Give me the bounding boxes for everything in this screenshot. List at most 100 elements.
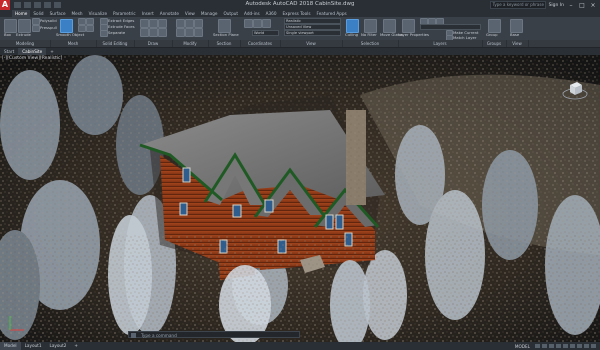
grid-icon[interactable] <box>535 344 540 348</box>
tab-a360[interactable]: A360 <box>263 10 280 17</box>
tab-parametric[interactable]: Parametric <box>110 10 139 17</box>
osnap-icon[interactable] <box>563 344 568 348</box>
move-gizmo-button[interactable] <box>383 19 396 33</box>
circle-icon[interactable] <box>158 19 167 28</box>
arc-icon[interactable] <box>140 28 149 37</box>
layout-tab-layout1[interactable]: Layout1 <box>21 342 46 350</box>
undo-icon[interactable] <box>44 2 51 8</box>
customization-icon[interactable] <box>591 344 596 348</box>
erase-icon[interactable] <box>194 28 203 37</box>
workspace-gear-icon[interactable] <box>584 344 589 348</box>
polyline-icon[interactable] <box>149 19 158 28</box>
panel-section[interactable]: Section <box>208 40 241 47</box>
panel-modeling[interactable]: Modeling <box>0 40 51 47</box>
redo-icon[interactable] <box>54 2 61 8</box>
snap-icon[interactable] <box>542 344 547 348</box>
mesh-tool-3-icon[interactable] <box>78 25 86 32</box>
extrude-faces-button[interactable]: Extrude Faces <box>108 24 135 29</box>
section-plane-button[interactable] <box>218 19 231 33</box>
tab-insert[interactable]: Insert <box>139 10 157 17</box>
open-icon[interactable] <box>24 2 31 8</box>
panel-view-2[interactable]: View <box>506 40 529 47</box>
close-icon[interactable]: × <box>589 2 597 9</box>
tab-add-ins[interactable]: Add-ins <box>241 10 263 17</box>
layout-tab-layout2[interactable]: Layout2 <box>45 342 70 350</box>
layout-tab-model[interactable]: Model <box>0 342 21 350</box>
ucs-3point-icon[interactable] <box>262 19 271 28</box>
tab-surface[interactable]: Surface <box>47 10 69 17</box>
ucs-origin-icon[interactable] <box>253 19 262 28</box>
rotate-icon[interactable] <box>185 19 194 28</box>
ucs-icon[interactable] <box>244 19 253 28</box>
culling-button[interactable] <box>346 19 359 33</box>
ucs-dropdown[interactable]: World <box>252 30 279 36</box>
sign-in-link[interactable]: Sign In <box>549 3 564 8</box>
group-button[interactable] <box>488 19 501 33</box>
polysolid-icon[interactable] <box>32 18 40 25</box>
panel-coordinates[interactable]: Coordinates <box>240 40 281 47</box>
save-icon[interactable] <box>34 2 41 8</box>
presspull-button[interactable]: Presspull <box>40 25 57 30</box>
tab-home[interactable]: Home <box>12 10 31 17</box>
viewcube-icon[interactable] <box>562 77 588 103</box>
move-icon[interactable] <box>176 19 185 28</box>
base-button[interactable] <box>510 19 523 33</box>
tab-annotate[interactable]: Annotate <box>157 10 182 17</box>
panel-view[interactable]: View <box>280 40 343 47</box>
presspull-icon[interactable] <box>32 25 40 32</box>
mesh-tool-1-icon[interactable] <box>78 18 86 25</box>
line-icon[interactable] <box>140 19 149 28</box>
search-input[interactable]: Type a keyword or phrase <box>489 1 546 9</box>
minimize-icon[interactable]: – <box>567 2 575 9</box>
mesh-tool-4-icon[interactable] <box>86 25 94 32</box>
polysolid-button[interactable]: Polysolid <box>40 18 57 23</box>
trim-icon[interactable] <box>185 28 194 37</box>
panel-solid-editing[interactable]: Solid Editing <box>96 40 135 47</box>
tab-output[interactable]: Output <box>220 10 241 17</box>
tab-express-tools[interactable]: Express Tools <box>280 10 314 17</box>
file-tab-start[interactable]: Start <box>0 48 18 55</box>
polar-icon[interactable] <box>556 344 561 348</box>
tab-mesh[interactable]: Mesh <box>69 10 86 17</box>
panel-mesh[interactable]: Mesh <box>50 40 97 47</box>
tab-solid[interactable]: Solid <box>30 10 46 17</box>
command-line[interactable]: Type a command <box>128 331 300 338</box>
model-space-toggle[interactable]: MODEL <box>515 344 530 349</box>
panel-modify[interactable]: Modify <box>172 40 209 47</box>
mesh-tool-2-icon[interactable] <box>86 18 94 25</box>
tab-visualize[interactable]: Visualize <box>86 10 110 17</box>
tab-manage[interactable]: Manage <box>198 10 221 17</box>
viewport-controls-label[interactable]: [-][Custom View][Realistic] <box>2 56 62 61</box>
add-layout-icon[interactable]: + <box>70 342 82 350</box>
annotation-scale-icon[interactable] <box>577 344 582 348</box>
lineweight-icon[interactable] <box>570 344 575 348</box>
command-input[interactable]: Type a command <box>141 333 177 338</box>
extract-edges-button[interactable]: Extract Edges <box>108 18 134 23</box>
panel-draw[interactable]: Draw <box>134 40 173 47</box>
copy-icon[interactable] <box>194 19 203 28</box>
new-tab-icon[interactable]: + <box>46 48 58 55</box>
mirror-icon[interactable] <box>176 28 185 37</box>
layer-properties-button[interactable] <box>402 19 415 33</box>
separate-icon[interactable] <box>100 30 108 37</box>
panel-layers[interactable]: Layers <box>398 40 483 47</box>
hatch-icon[interactable] <box>158 28 167 37</box>
tab-view[interactable]: View <box>182 10 198 17</box>
ortho-icon[interactable] <box>549 344 554 348</box>
panel-selection[interactable]: Selection <box>342 40 399 47</box>
smooth-object-button[interactable] <box>60 19 73 33</box>
command-icon[interactable] <box>131 333 136 338</box>
panel-groups[interactable]: Groups <box>482 40 507 47</box>
autocad-logo-icon[interactable]: A <box>0 0 10 10</box>
no-filter-button[interactable] <box>364 19 377 33</box>
maximize-icon[interactable]: □ <box>578 2 586 9</box>
new-icon[interactable] <box>14 2 21 8</box>
extrude-button[interactable] <box>18 19 31 33</box>
drawing-viewport[interactable]: [-][Custom View][Realistic] Type a comma… <box>0 55 600 342</box>
rectangle-icon[interactable] <box>149 28 158 37</box>
viewport-config-dropdown[interactable]: Single viewport <box>284 30 341 36</box>
box-button[interactable] <box>4 19 17 33</box>
tab-featured-apps[interactable]: Featured Apps <box>314 10 350 17</box>
separate-button[interactable]: Separate <box>108 30 125 35</box>
file-tab-cabinsite[interactable]: CabinSite <box>18 48 47 55</box>
